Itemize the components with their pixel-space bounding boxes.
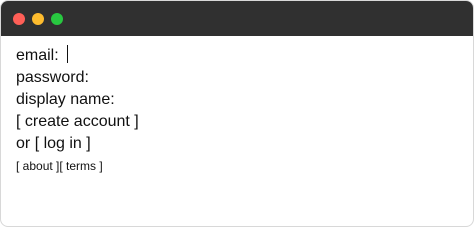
minimize-window-button[interactable]: [32, 13, 44, 25]
email-label: email:: [16, 47, 59, 64]
display-name-label: display name:: [16, 91, 115, 108]
footer-links: [ about ][ terms ]: [16, 157, 139, 175]
terms-link[interactable]: [ terms ]: [59, 159, 102, 173]
text-caret: [67, 45, 69, 63]
display-name-row[interactable]: display name:: [16, 89, 139, 111]
app-window: email: password: display name: [ create …: [0, 0, 474, 227]
about-link[interactable]: [ about ]: [16, 159, 59, 173]
password-label: password:: [16, 69, 89, 86]
maximize-window-button[interactable]: [51, 13, 63, 25]
create-account-row: [ create account ]: [16, 111, 139, 133]
log-in-button[interactable]: [ log in ]: [35, 135, 91, 152]
create-account-button[interactable]: [ create account ]: [16, 113, 139, 130]
signup-form: email: password: display name: [ create …: [16, 45, 139, 175]
title-bar: [1, 1, 473, 36]
or-text: or: [16, 135, 31, 152]
log-in-row: or [ log in ]: [16, 133, 139, 155]
email-input[interactable]: [63, 45, 69, 64]
close-window-button[interactable]: [13, 13, 25, 25]
password-row[interactable]: password:: [16, 67, 139, 89]
email-row: email:: [16, 45, 139, 67]
